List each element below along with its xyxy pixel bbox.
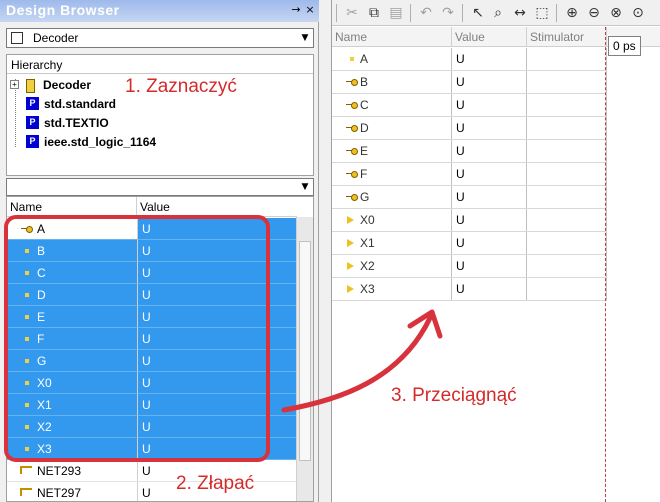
drag-arrow [281, 309, 443, 413]
drag-arrow-path [281, 315, 433, 413]
